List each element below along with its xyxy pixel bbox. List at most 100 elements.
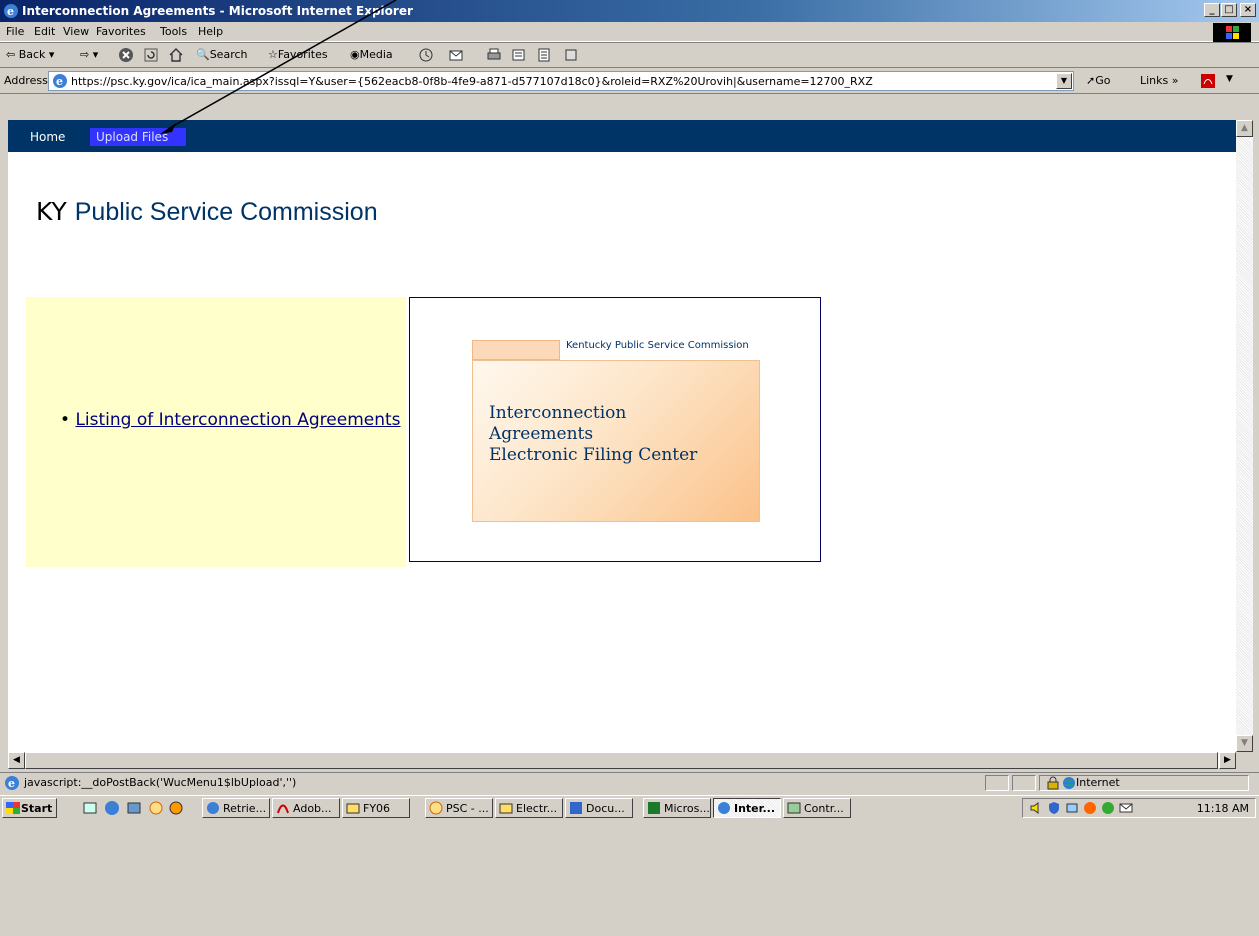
window-title: Interconnection Agreements - Microsoft I… bbox=[22, 4, 413, 18]
horizontal-scroll-thumb[interactable] bbox=[25, 752, 1218, 769]
edit-icon[interactable] bbox=[511, 47, 527, 63]
task-retrieve[interactable]: Retrie... bbox=[202, 798, 270, 818]
back-button[interactable]: ⇦ Back ▾ bbox=[6, 48, 54, 61]
search-button[interactable]: 🔍Search bbox=[196, 48, 248, 61]
svg-text:e: e bbox=[8, 777, 15, 790]
system-tray: 11:18 AM bbox=[1022, 798, 1256, 818]
task-fy06[interactable]: FY06 bbox=[342, 798, 410, 818]
clock-quicklaunch-icon[interactable] bbox=[148, 800, 164, 816]
standard-toolbar: ⇦ Back ▾ ⇨ ▾ 🔍Search ☆Favorites ◉Media bbox=[0, 42, 1259, 68]
discuss-icon[interactable] bbox=[536, 47, 552, 63]
bullet-icon: • bbox=[60, 410, 71, 430]
start-button[interactable]: Start bbox=[2, 798, 57, 818]
menu-view[interactable]: View bbox=[63, 25, 89, 38]
scroll-left-icon[interactable]: ◀ bbox=[8, 752, 25, 769]
menu-file[interactable]: File bbox=[6, 25, 24, 38]
svg-text:e: e bbox=[7, 5, 14, 18]
horizontal-scrollbar[interactable]: ◀ ▶ bbox=[8, 752, 1236, 769]
task-label: PSC - ... bbox=[446, 802, 489, 815]
task-label: Micros... bbox=[664, 802, 710, 815]
mail-tray-icon[interactable] bbox=[1119, 801, 1133, 815]
clock-task-icon bbox=[429, 801, 443, 815]
nav-home-link[interactable]: Home bbox=[30, 130, 65, 144]
favorites-label: Favorites bbox=[277, 48, 328, 61]
volume-icon[interactable] bbox=[1029, 801, 1043, 815]
links-panel bbox=[26, 297, 406, 567]
mail-icon[interactable] bbox=[448, 47, 464, 63]
scroll-corner bbox=[1236, 752, 1253, 769]
banner-line-2: Agreements bbox=[489, 424, 594, 444]
status-bar: e javascript:__doPostBack('WucMenu1$lbUp… bbox=[0, 772, 1259, 792]
clock-tray-icon[interactable] bbox=[1101, 801, 1115, 815]
start-label: Start bbox=[21, 802, 53, 815]
show-desktop-icon[interactable] bbox=[82, 800, 98, 816]
menu-edit[interactable]: Edit bbox=[34, 25, 55, 38]
clock[interactable]: 11:18 AM bbox=[1197, 802, 1249, 815]
banner-line-3: Electronic Filing Center bbox=[489, 445, 698, 465]
scroll-down-icon[interactable]: ▼ bbox=[1236, 735, 1253, 752]
banner-image: Kentucky Public Service Commission Inter… bbox=[409, 297, 821, 562]
task-label: FY06 bbox=[363, 802, 391, 815]
control-panel-task-icon bbox=[787, 802, 801, 814]
menu-help[interactable]: Help bbox=[198, 25, 223, 38]
globe-icon bbox=[1063, 777, 1075, 789]
maximize-button[interactable]: □ bbox=[1221, 3, 1237, 17]
scroll-up-icon[interactable]: ▲ bbox=[1236, 120, 1253, 137]
outlook-quicklaunch-icon[interactable] bbox=[126, 800, 142, 816]
scroll-right-icon[interactable]: ▶ bbox=[1219, 752, 1236, 769]
print-icon[interactable] bbox=[486, 47, 502, 63]
interconnection-listing-link[interactable]: Listing of Interconnection Agreements bbox=[75, 410, 400, 430]
status-panel bbox=[985, 775, 1009, 791]
nav-upload-files-link[interactable]: Upload Files bbox=[90, 128, 186, 146]
status-text: javascript:__doPostBack('WucMenu1$lbUplo… bbox=[24, 776, 297, 789]
address-input[interactable]: e https://psc.ky.gov/ica/ica_main.aspx?i… bbox=[48, 71, 1074, 91]
task-micros[interactable]: Micros... bbox=[643, 798, 711, 818]
windows-logo-icon bbox=[1213, 23, 1251, 42]
stop-icon[interactable] bbox=[118, 47, 134, 63]
links-button[interactable]: Links » bbox=[1140, 74, 1179, 87]
security-zone: Internet bbox=[1076, 776, 1120, 789]
menu-favorites[interactable]: Favorites bbox=[96, 25, 146, 38]
menu-tools[interactable]: Tools bbox=[160, 25, 187, 38]
ie-quicklaunch-icon[interactable] bbox=[104, 800, 120, 816]
acrobat-icon[interactable] bbox=[1200, 73, 1216, 89]
back-label: Back bbox=[18, 48, 46, 61]
network-icon[interactable] bbox=[1065, 801, 1079, 815]
vertical-scrollbar[interactable]: ▲ ▼ bbox=[1236, 120, 1253, 752]
lock-icon bbox=[1047, 776, 1059, 790]
list-item: • Listing of Interconnection Agreements bbox=[60, 410, 401, 430]
task-inter[interactable]: Inter... bbox=[713, 798, 781, 818]
forward-button[interactable]: ⇨ ▾ bbox=[80, 48, 98, 61]
acrobat-dropdown-icon[interactable]: ▼ bbox=[1226, 74, 1233, 84]
address-bar: Address e https://psc.ky.gov/ica/ica_mai… bbox=[0, 68, 1259, 94]
go-button[interactable]: ➚Go bbox=[1086, 74, 1110, 87]
minimize-button[interactable]: _ bbox=[1204, 3, 1220, 17]
refresh-icon[interactable] bbox=[143, 47, 159, 63]
messenger-icon[interactable] bbox=[563, 47, 579, 63]
favorites-button[interactable]: ☆Favorites bbox=[268, 48, 328, 61]
history-icon[interactable] bbox=[418, 47, 434, 63]
task-adobe[interactable]: Adob... bbox=[272, 798, 340, 818]
media-button[interactable]: ◉Media bbox=[350, 48, 393, 61]
media-quicklaunch-icon[interactable] bbox=[168, 800, 184, 816]
address-dropdown-icon[interactable]: ▼ bbox=[1056, 73, 1072, 89]
banner-header: Kentucky Public Service Commission bbox=[566, 340, 749, 351]
site-nav-bar: Home Upload Files bbox=[8, 120, 1236, 152]
browser-window: e Interconnection Agreements - Microsoft… bbox=[0, 0, 1259, 936]
task-label: Retrie... bbox=[223, 802, 267, 815]
banner-text: Interconnection Agreements Electronic Fi… bbox=[489, 403, 697, 466]
sync-icon[interactable] bbox=[1083, 801, 1097, 815]
task-contr[interactable]: Contr... bbox=[783, 798, 851, 818]
go-label: Go bbox=[1095, 74, 1111, 87]
home-icon[interactable] bbox=[168, 47, 184, 63]
task-psc[interactable]: PSC - ... bbox=[425, 798, 493, 818]
shield-icon[interactable] bbox=[1047, 801, 1061, 815]
task-electr[interactable]: Electr... bbox=[495, 798, 563, 818]
ie-task-icon bbox=[207, 802, 219, 814]
menu-bar: File Edit View Favorites Tools Help bbox=[0, 22, 1259, 42]
psc-label: Public Service Commission bbox=[74, 198, 378, 226]
task-docu[interactable]: Docu... bbox=[565, 798, 633, 818]
page-icon: e bbox=[53, 74, 67, 88]
close-button[interactable]: × bbox=[1240, 3, 1256, 17]
folder-search-task-icon bbox=[346, 803, 360, 814]
